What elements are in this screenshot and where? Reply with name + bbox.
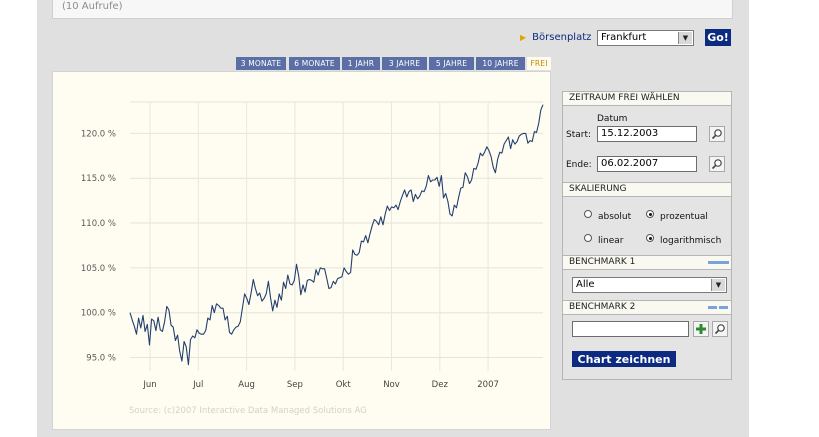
end-date-search-button[interactable] [709,156,725,172]
radio-logarithmisch-label: logarithmisch [660,236,722,246]
radio-absolut-label: absolut [598,212,632,222]
end-date-input[interactable]: 06.02.2007 [597,156,697,172]
info-box [52,0,733,19]
exchange-label: ▶ Börsenplatz [520,32,591,43]
chart-area: 95.0 % 100.0 % 105.0 % 110.0 % 115.0 % 120.0 … [52,71,551,430]
start-date-search-button[interactable] [709,126,725,142]
exchange-select-value: Frankfurt [601,32,647,43]
radio-logarithmisch[interactable] [646,234,654,242]
benchmark2-input[interactable] [572,321,689,337]
tab-5-jahre[interactable]: 5 JAHRE [429,57,474,70]
benchmark1-value: Alle [576,279,595,290]
series-line [129,104,544,366]
tab-3-jahre[interactable]: 3 JAHRE [382,57,427,70]
y-tick-label: 115.0 % [81,174,116,184]
benchmark2-header: BENCHMARK 2 [563,300,731,315]
tab-1-jahr[interactable]: 1 JAHR [342,57,380,70]
tab-10-jahre[interactable]: 10 JAHRE [476,57,525,70]
tab-frei[interactable]: FREI [527,57,551,70]
x-tick-label: Nov [383,380,400,390]
start-date-input[interactable]: 15.12.2003 [597,126,697,142]
magnifier-icon [711,129,722,140]
x-tick-label: Jul [192,380,203,390]
radio-linear[interactable] [584,234,592,242]
price-chart: 95.0 % 100.0 % 105.0 % 110.0 % 115.0 % 120.0 … [81,101,544,416]
y-tick-label: 105.0 % [81,264,116,274]
source-text: Source: (c)2007 Interactive Data Managed… [129,406,367,416]
tab-6-monate[interactable]: 6 MONATE [289,57,340,70]
y-tick-label: 95.0 % [86,354,116,364]
y-tick-label: 120.0 % [81,129,116,139]
draw-chart-button[interactable]: Chart zeichnen [572,351,676,367]
search-benchmark-button[interactable] [712,321,728,337]
x-tick-label: Okt [336,380,352,390]
x-tick-label: Dez [432,380,449,390]
add-benchmark-button[interactable] [693,321,709,337]
end-label: Ende: [566,160,592,170]
benchmark1-header: BENCHMARK 1 [563,255,731,270]
period-header: ZEITRAUM FREI WÄHLEN [563,91,731,106]
radio-linear-label: linear [598,236,624,246]
radio-absolut[interactable] [584,210,592,218]
call-count: (10 Aufrufe) [62,1,123,12]
benchmark2-line-swatch-a [708,306,717,309]
y-tick-label: 100.0 % [81,309,116,319]
scaling-header: SKALIERUNG [563,182,731,197]
benchmark1-select[interactable]: Alle ▼ [572,277,727,293]
x-tick-label: Sep [287,380,303,390]
start-label: Start: [566,130,592,140]
chevron-down-icon[interactable]: ▼ [678,32,692,44]
radio-prozentual[interactable] [646,210,654,218]
y-tick-label: 110.0 % [81,219,116,229]
exchange-label-text: Börsenplatz [532,32,592,43]
x-tick-label: Aug [238,380,255,390]
benchmark2-line-swatch-b [719,306,728,309]
x-tick-label: Jun [142,380,156,390]
benchmark1-line-swatch [708,261,729,264]
exchange-select[interactable]: Frankfurt ▼ [597,30,694,46]
go-button[interactable]: Go! [705,29,731,46]
tab-3-monate[interactable]: 3 MONATE [236,57,286,70]
arrow-right-icon: ▶ [520,33,527,42]
date-column-label: Datum [597,114,628,124]
magnifier-icon [711,159,722,170]
x-tick-label: 2007 [477,380,499,390]
chevron-down-icon[interactable]: ▼ [711,279,725,291]
magnifier-icon [714,324,725,335]
radio-prozentual-label: prozentual [660,212,708,222]
add-icon [696,324,706,334]
